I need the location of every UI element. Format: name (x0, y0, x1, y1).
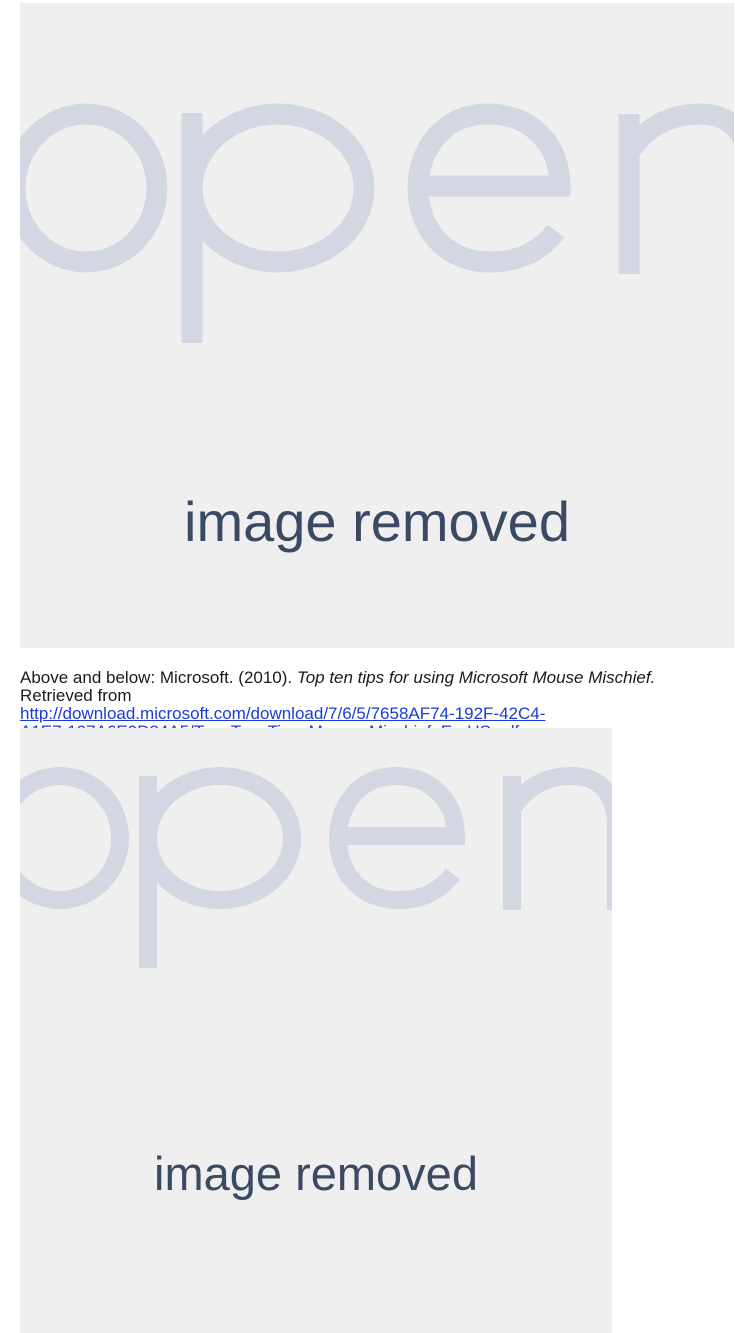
open-watermark (20, 766, 612, 968)
open-watermark (20, 103, 734, 343)
source-link-line-1: http://download.microsoft.com/download/7… (20, 704, 546, 723)
image-removed-label: image removed (154, 1147, 478, 1200)
open-watermark-graphic: image removed (20, 766, 612, 1200)
image-removed-label: image removed (184, 490, 570, 553)
open-watermark-graphic: image removed (20, 103, 734, 553)
caption-title: Top ten tips for using Microsoft Mouse M… (296, 668, 656, 687)
caption-suffix: Retrieved from (20, 686, 132, 705)
caption-prefix: Above and below: Microsoft. (2010). (20, 668, 297, 687)
removed-image-placeholder-bottom: image removed (20, 728, 612, 1333)
removed-image-placeholder-top: image removed (20, 3, 734, 648)
